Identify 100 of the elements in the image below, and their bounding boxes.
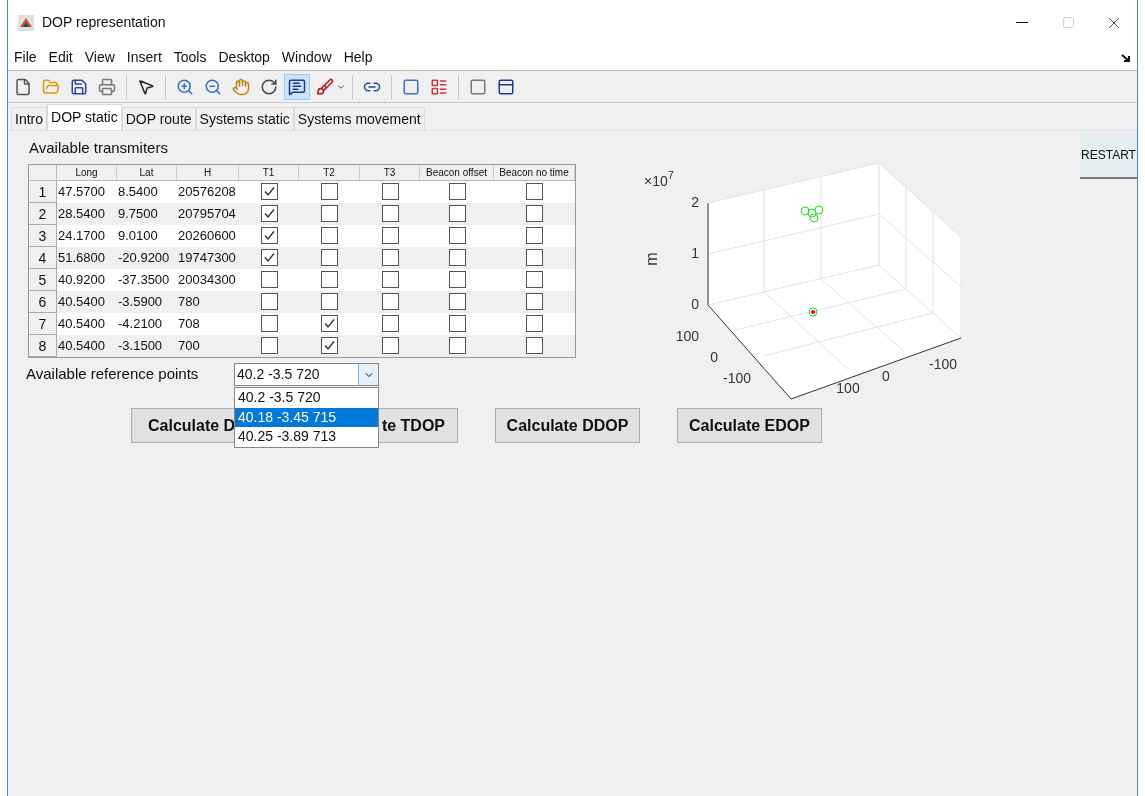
reference-dropdown[interactable]: 40.2 -3.5 720 bbox=[234, 363, 379, 386]
calculate-button[interactable]: Calculate DDOP bbox=[495, 408, 640, 443]
z-tick-label: 0 bbox=[691, 296, 699, 312]
menu-item[interactable]: Window bbox=[281, 47, 332, 68]
column-header: Long bbox=[57, 164, 117, 180]
checkbox[interactable] bbox=[321, 293, 338, 310]
checkbox[interactable] bbox=[526, 271, 543, 288]
checkbox[interactable] bbox=[381, 271, 399, 288]
checkbox[interactable] bbox=[526, 293, 543, 310]
checkbox[interactable] bbox=[448, 293, 466, 310]
menu-item[interactable]: Insert bbox=[126, 47, 162, 68]
checkbox[interactable] bbox=[381, 227, 399, 244]
tab[interactable]: Intro bbox=[11, 107, 47, 130]
table-cell-text: 40.5400 bbox=[57, 314, 106, 333]
dropdown-option[interactable]: 40.18 -3.45 715 bbox=[235, 407, 378, 427]
checkbox[interactable] bbox=[381, 337, 399, 354]
menu-item[interactable]: Edit bbox=[48, 47, 73, 68]
checkbox[interactable] bbox=[381, 205, 399, 222]
dock-arrow-icon[interactable] bbox=[1121, 54, 1131, 63]
table-cell-text: 20576208 bbox=[177, 182, 237, 201]
table-cell-text: 24.1700 bbox=[57, 226, 106, 245]
menu-item[interactable]: File bbox=[14, 47, 37, 68]
column-header: T3 bbox=[360, 164, 420, 180]
checkbox[interactable] bbox=[448, 315, 466, 332]
table-cell-text: 20795704 bbox=[177, 204, 237, 223]
checkbox[interactable] bbox=[526, 227, 543, 244]
print-icon bbox=[98, 77, 116, 96]
menu-item[interactable]: Help bbox=[343, 47, 373, 68]
x-tick-label: 0 bbox=[882, 368, 890, 384]
checkbox[interactable] bbox=[526, 249, 543, 266]
checkbox[interactable] bbox=[381, 183, 399, 200]
axis-exponent: ×10$^{7}$ bbox=[644, 169, 674, 189]
check-icon bbox=[323, 317, 336, 330]
checkbox[interactable] bbox=[321, 271, 338, 288]
tab[interactable]: DOP route bbox=[121, 107, 196, 130]
row-header: 7 bbox=[29, 312, 57, 335]
table-cell-text: -3.5900 bbox=[117, 292, 164, 311]
reference-point-marker bbox=[808, 307, 818, 317]
checkbox[interactable] bbox=[260, 205, 278, 222]
tab[interactable]: DOP static bbox=[47, 104, 122, 130]
checkbox[interactable] bbox=[448, 227, 466, 244]
checkbox[interactable] bbox=[260, 315, 278, 332]
menu-item[interactable]: Desktop bbox=[218, 47, 270, 68]
zoom-in-icon bbox=[176, 77, 194, 96]
menu-item[interactable]: Tools bbox=[173, 47, 207, 68]
checkbox[interactable] bbox=[321, 205, 338, 222]
checkbox[interactable] bbox=[448, 249, 466, 266]
checkbox[interactable] bbox=[260, 227, 278, 244]
checkbox[interactable] bbox=[526, 337, 543, 354]
menu-item[interactable]: View bbox=[84, 47, 115, 68]
maximize-icon bbox=[1061, 16, 1075, 29]
checkbox[interactable] bbox=[321, 183, 338, 200]
z-axis-label: m bbox=[643, 252, 660, 266]
table-cell-text: 47.5700 bbox=[57, 182, 106, 201]
checkbox[interactable] bbox=[260, 249, 278, 266]
z-tick-label: 1 bbox=[691, 245, 699, 261]
column-header: T2 bbox=[299, 164, 360, 180]
tab[interactable]: Systems static bbox=[195, 107, 294, 130]
checkbox[interactable] bbox=[260, 183, 278, 200]
checkbox[interactable] bbox=[381, 249, 399, 266]
checkbox[interactable] bbox=[321, 249, 338, 266]
y-tick-label: 0 bbox=[710, 349, 718, 365]
checkbox[interactable] bbox=[321, 337, 338, 354]
checkbox[interactable] bbox=[448, 183, 466, 200]
new-file-icon bbox=[14, 77, 32, 96]
checkbox[interactable] bbox=[448, 337, 466, 354]
data-tip-tool[interactable] bbox=[284, 73, 310, 100]
table-cell-text: 700 bbox=[177, 336, 201, 355]
checkbox[interactable] bbox=[260, 271, 278, 288]
checkbox[interactable] bbox=[260, 337, 278, 354]
restart-button[interactable]: RESTART bbox=[1080, 133, 1137, 179]
checkbox[interactable] bbox=[321, 227, 338, 244]
checkbox[interactable] bbox=[260, 293, 278, 310]
row-header: 3 bbox=[29, 224, 57, 247]
checkbox[interactable] bbox=[526, 183, 543, 200]
checkbox[interactable] bbox=[381, 293, 399, 310]
hand-icon bbox=[232, 77, 250, 96]
dropdown-option[interactable]: 40.2 -3.5 720 bbox=[235, 388, 378, 408]
check-icon bbox=[262, 185, 276, 198]
folder-icon bbox=[42, 77, 60, 96]
table-cell-text: 20260600 bbox=[177, 226, 237, 245]
table-cell-text: -4.2100 bbox=[117, 314, 164, 333]
checkbox[interactable] bbox=[448, 205, 466, 222]
table-cell-text: 8.5400 bbox=[117, 182, 159, 201]
tab[interactable]: Systems movement bbox=[293, 107, 425, 130]
column-header: H bbox=[177, 164, 239, 180]
x-tick-label: -100 bbox=[929, 356, 957, 372]
table-cell-text: 19747300 bbox=[177, 248, 237, 267]
y-tick-label: 100 bbox=[675, 328, 699, 344]
checkbox[interactable] bbox=[381, 315, 399, 332]
table-cell-text: 40.5400 bbox=[57, 292, 106, 311]
checkbox[interactable] bbox=[526, 205, 543, 222]
calculate-button[interactable]: Calculate EDOP bbox=[677, 408, 822, 443]
table-cell-text: 28.5400 bbox=[57, 204, 106, 223]
table-cell-text: 20034300 bbox=[177, 270, 237, 289]
checkbox[interactable] bbox=[526, 315, 543, 332]
field-label: Available reference points bbox=[26, 364, 200, 385]
checkbox[interactable] bbox=[321, 315, 338, 332]
legend-icon bbox=[430, 77, 448, 96]
checkbox[interactable] bbox=[448, 271, 466, 288]
